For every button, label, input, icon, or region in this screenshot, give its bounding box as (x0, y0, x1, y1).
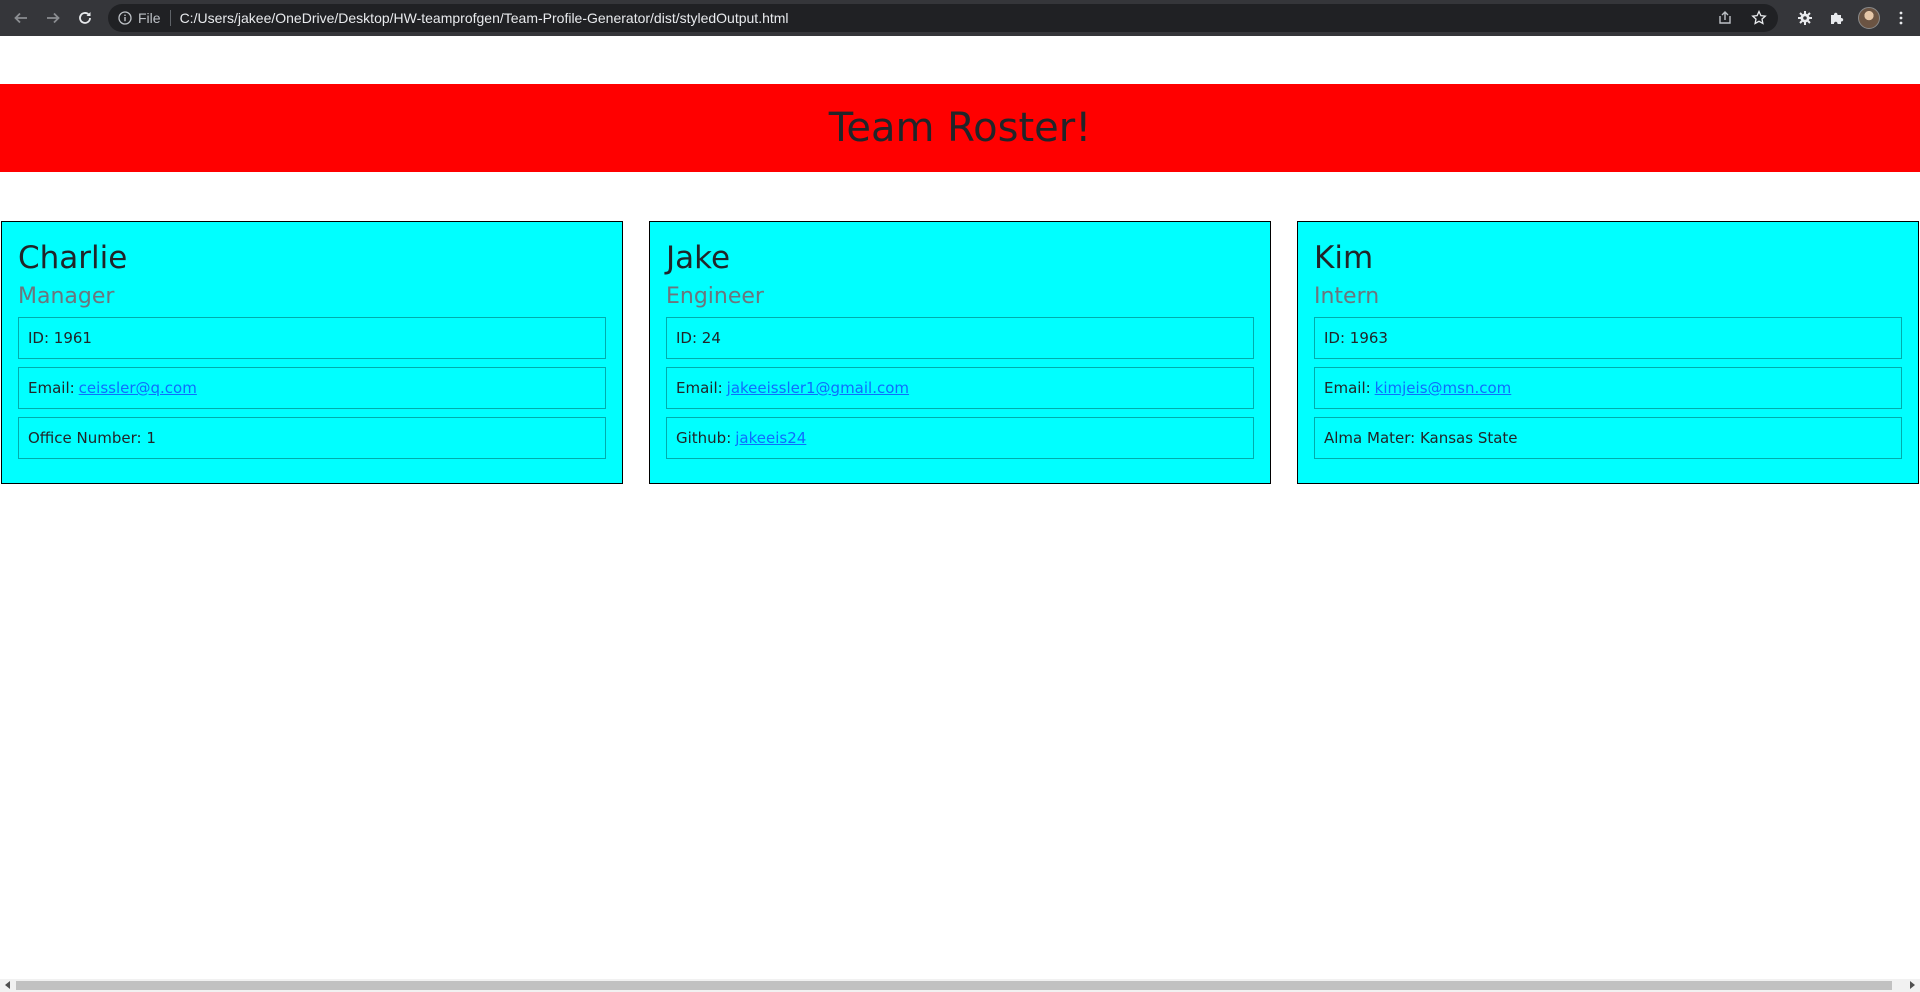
email-link[interactable]: jakeeissler1@gmail.com (727, 379, 909, 397)
employee-id: ID: 24 (676, 329, 721, 347)
back-button[interactable] (5, 2, 37, 34)
forward-button[interactable] (37, 2, 69, 34)
employee-role: Manager (18, 284, 115, 309)
email-label: Email: (1324, 379, 1371, 397)
url-text[interactable]: C:/Users/jakee/OneDrive/Desktop/HW-teamp… (180, 10, 789, 26)
employee-email-row: Email: ceissler@q.com (18, 367, 606, 409)
site-info-button[interactable]: File (118, 10, 161, 26)
employee-id: ID: 1963 (1324, 329, 1388, 347)
employee-name: Jake (666, 240, 731, 276)
office-number: Office Number: 1 (28, 429, 156, 447)
email-label: Email: (676, 379, 723, 397)
share-button[interactable] (1712, 5, 1738, 31)
email-label: Email: (28, 379, 75, 397)
employee-card-engineer: Jake Engineer ID: 24 Email: jakeeissler1… (649, 221, 1271, 484)
reload-icon (79, 12, 91, 24)
employee-email-row: Email: kimjeis@msn.com (1314, 367, 1902, 409)
employee-id-row: ID: 24 (666, 317, 1254, 359)
github-row: Github: jakeeis24 (666, 417, 1254, 459)
employee-card-manager: Charlie Manager ID: 1961 Email: ceissler… (1, 221, 623, 484)
header-banner: Team Roster! (0, 84, 1920, 172)
avatar (1858, 7, 1880, 29)
school-label: Alma Mater: Kansas State (1324, 429, 1518, 447)
forward-arrow-icon (47, 12, 60, 24)
employee-name: Charlie (18, 240, 128, 276)
extension-button[interactable] (1792, 5, 1818, 31)
back-arrow-icon (14, 12, 27, 24)
employee-id-row: ID: 1963 (1314, 317, 1902, 359)
scroll-right-arrow-icon[interactable] (1910, 981, 1915, 989)
puzzle-icon (1831, 12, 1844, 24)
scrollbar-thumb[interactable] (16, 981, 1892, 990)
employee-role: Engineer (666, 284, 764, 309)
school-row: Alma Mater: Kansas State (1314, 417, 1902, 459)
employee-id: ID: 1961 (28, 329, 92, 347)
employee-card-intern: Kim Intern ID: 1963 Email: kimjeis@msn.c… (1297, 221, 1919, 484)
employee-email-row: Email: jakeeissler1@gmail.com (666, 367, 1254, 409)
extensions-menu-button[interactable] (1824, 5, 1850, 31)
browser-toolbar: File C:/Users/jakee/OneDrive/Desktop/HW-… (0, 0, 1920, 36)
employee-id-row: ID: 1961 (18, 317, 606, 359)
star-icon (1751, 10, 1767, 25)
bookmark-button[interactable] (1746, 5, 1772, 31)
reload-button[interactable] (69, 2, 101, 34)
address-bar[interactable]: File C:/Users/jakee/OneDrive/Desktop/HW-… (108, 4, 1778, 32)
email-link[interactable]: ceissler@q.com (79, 379, 197, 397)
browser-menu-button[interactable] (1888, 5, 1914, 31)
url-divider (169, 10, 171, 26)
url-scheme-label: File (138, 10, 161, 26)
github-link[interactable]: jakeeis24 (735, 429, 806, 447)
info-icon (118, 11, 132, 25)
office-number-row: Office Number: 1 (18, 417, 606, 459)
kebab-menu-icon (1899, 11, 1903, 25)
employee-role: Intern (1314, 284, 1380, 309)
github-label: Github: (676, 429, 732, 447)
horizontal-scrollbar[interactable] (0, 979, 1920, 992)
profile-button[interactable] (1856, 5, 1882, 31)
page-title: Team Roster! (828, 105, 1092, 151)
employee-name: Kim (1314, 240, 1374, 276)
scroll-left-arrow-icon[interactable] (5, 981, 10, 989)
email-link[interactable]: kimjeis@msn.com (1375, 379, 1512, 397)
share-icon (1719, 11, 1731, 24)
extension-gear-icon (1798, 11, 1812, 25)
